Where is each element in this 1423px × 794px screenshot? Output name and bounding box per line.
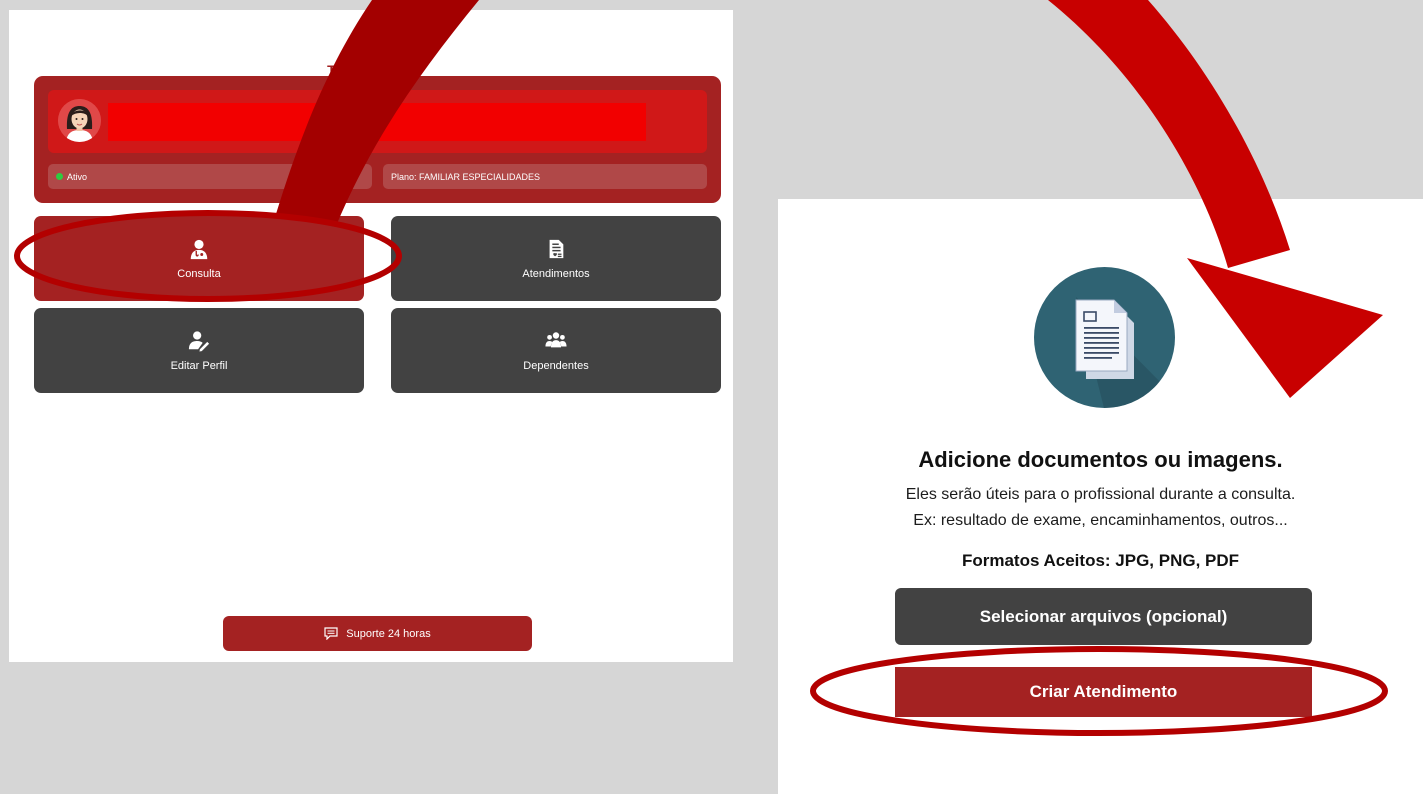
editar-perfil-label: Editar Perfil — [170, 359, 228, 372]
user-name-redacted — [108, 103, 646, 141]
create-appointment-button[interactable]: Criar Atendimento — [895, 667, 1312, 717]
upload-screen: Adicione documentos ou imagens. Eles ser… — [778, 199, 1423, 794]
profile-card: Ativo Plano: FAMILIAR ESPECIALIDADES — [34, 76, 721, 203]
group-icon — [545, 331, 567, 347]
doctor-icon — [190, 239, 208, 259]
consulta-label: Consulta — [177, 267, 221, 280]
status-dot-icon — [56, 173, 63, 180]
select-files-button[interactable]: Selecionar arquivos (opcional) — [895, 588, 1312, 645]
upload-title: Adicione documentos ou imagens. — [918, 447, 1283, 472]
chat-icon — [324, 627, 338, 640]
upload-description-line-1: Eles serão úteis para o profissional dur… — [905, 486, 1296, 503]
plan-badge: Plano: FAMILIAR ESPECIALIDADES — [383, 164, 707, 189]
support-button[interactable]: Suporte 24 horas — [223, 616, 532, 651]
medical-document-icon — [549, 239, 564, 258]
dependentes-button[interactable]: Dependentes — [391, 308, 721, 393]
atendimentos-label: Atendimentos — [522, 267, 590, 280]
support-label: Suporte 24 horas — [346, 627, 431, 640]
atendimentos-button[interactable]: Atendimentos — [391, 216, 721, 301]
status-badge: Ativo — [48, 164, 372, 189]
consulta-button[interactable]: Consulta — [34, 216, 364, 301]
avatar — [58, 99, 101, 142]
plan-label: Plano: FAMILIAR ESPECIALIDADES — [391, 171, 541, 182]
home-screen: Telemedicina Ativo Plano: FAMILIAR ESPEC… — [9, 10, 733, 662]
editar-perfil-button[interactable]: Editar Perfil — [34, 308, 364, 393]
accepted-formats: Formatos Aceitos: JPG, PNG, PDF — [961, 551, 1240, 570]
status-label: Ativo — [67, 171, 88, 182]
upload-description-line-2: Ex: resultado de exame, encaminhamentos,… — [913, 512, 1288, 529]
dependentes-label: Dependentes — [523, 359, 589, 372]
profile-header — [48, 90, 707, 153]
documents-icon — [1034, 267, 1175, 408]
edit-user-icon — [188, 330, 210, 352]
